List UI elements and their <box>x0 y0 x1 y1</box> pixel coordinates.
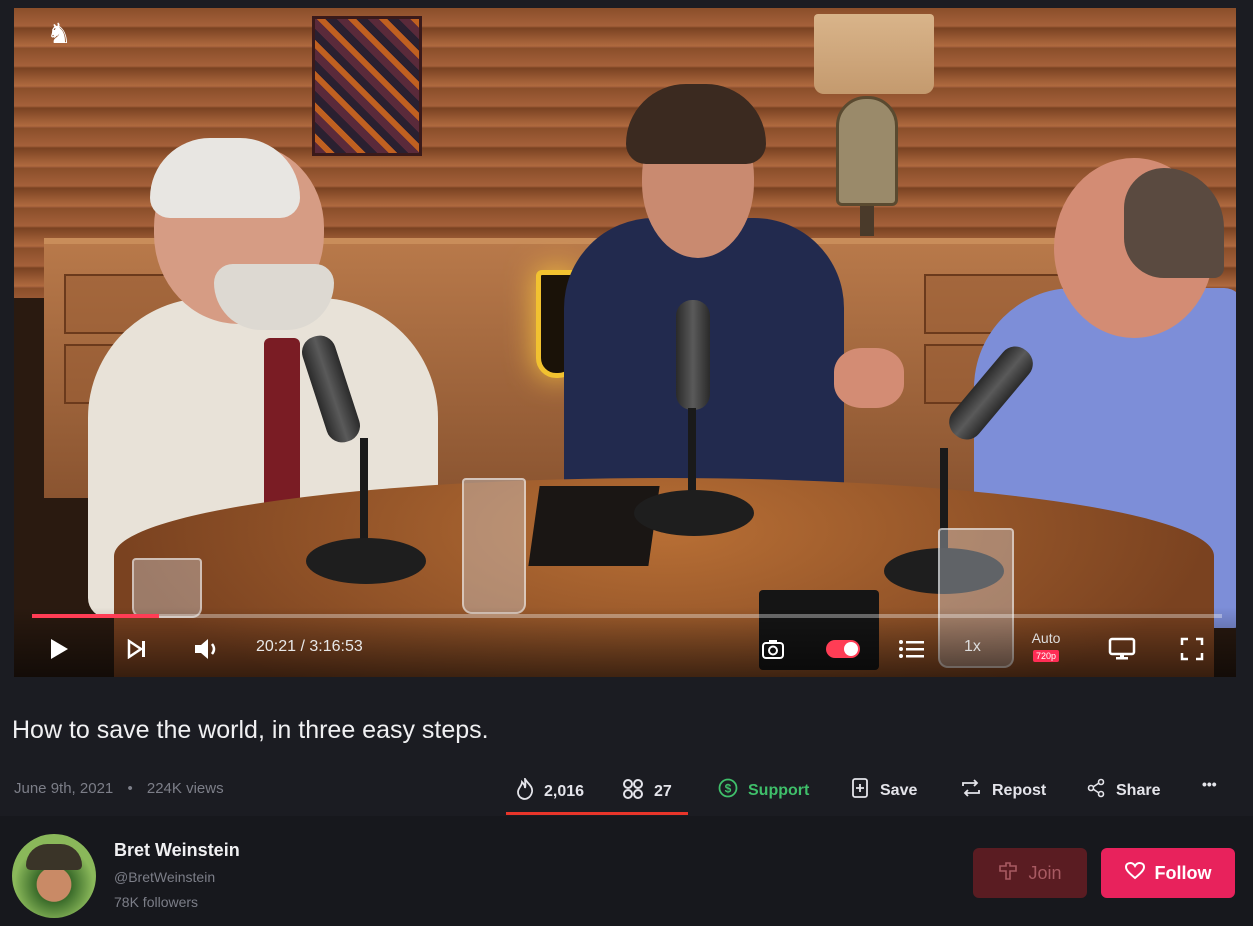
video-player[interactable]: ♞ 20:21 / 3:16:53 1x Auto 720p <box>14 8 1236 677</box>
rumble-underline <box>506 812 688 815</box>
dollar-circle-icon: $ <box>718 778 738 804</box>
comment-count: 27 <box>654 783 672 800</box>
more-dots-icon: ••• <box>1202 776 1217 792</box>
support-label: Support <box>748 782 810 799</box>
share-button[interactable]: Share <box>1086 778 1160 804</box>
playlist-icon[interactable] <box>896 634 928 664</box>
rumble-button[interactable]: 2,016 <box>516 775 585 806</box>
view-count: 224K views <box>146 780 224 797</box>
save-label: Save <box>880 782 918 799</box>
volume-icon[interactable] <box>190 634 224 664</box>
heart-icon <box>1124 861 1145 885</box>
repost-label: Repost <box>992 782 1047 799</box>
time-display: 20:21 / 3:16:53 <box>256 638 363 656</box>
support-button[interactable]: $ Support <box>718 778 809 804</box>
meta-dot: • <box>127 780 133 797</box>
repost-button[interactable]: Repost <box>960 778 1046 804</box>
quality-selector[interactable]: Auto 720p <box>1026 630 1066 664</box>
follow-button[interactable]: Follow <box>1101 848 1235 898</box>
playback-speed[interactable]: 1x <box>964 638 981 656</box>
follow-label: Follow <box>1154 862 1212 883</box>
horse-logo-icon: ♞ <box>46 18 72 49</box>
join-button[interactable]: Join <box>973 848 1087 898</box>
autoplay-toggle[interactable] <box>826 640 860 658</box>
share-label: Share <box>1116 782 1161 799</box>
time-separator: / <box>300 638 305 655</box>
page: ♞ 20:21 / 3:16:53 1x Auto 720p How to sa… <box>0 0 1253 926</box>
repost-icon <box>960 778 982 804</box>
flame-icon <box>516 775 534 806</box>
save-icon <box>850 778 870 804</box>
join-label: Join <box>1028 862 1062 883</box>
quality-resolution: 720p <box>1032 650 1060 662</box>
quality-mode: Auto <box>1031 630 1061 646</box>
save-button[interactable]: Save <box>850 778 917 804</box>
progress-fill <box>32 614 160 618</box>
duration: 3:16:53 <box>309 638 363 655</box>
play-icon[interactable] <box>44 634 74 664</box>
camera-icon[interactable] <box>758 634 788 664</box>
join-icon <box>998 861 1018 885</box>
video-frame <box>14 8 1236 677</box>
skip-next-icon[interactable] <box>122 634 152 664</box>
cast-icon[interactable] <box>1106 634 1138 664</box>
svg-text:$: $ <box>725 782 732 796</box>
channel-name[interactable]: Bret Weinstein <box>114 840 240 861</box>
comments-icon <box>622 778 644 806</box>
current-time: 20:21 <box>256 638 297 655</box>
upload-date: June 9th, 2021 <box>14 780 114 797</box>
video-title: How to save the world, in three easy ste… <box>12 716 489 744</box>
progress-bar[interactable] <box>32 614 1222 618</box>
rumble-count: 2,016 <box>544 783 585 800</box>
comments-button[interactable]: 27 <box>622 778 672 806</box>
more-options-button[interactable]: ••• <box>1202 776 1217 792</box>
avatar[interactable] <box>12 834 96 918</box>
video-meta: June 9th, 2021 • 224K views <box>14 780 224 797</box>
fullscreen-icon[interactable] <box>1176 634 1208 664</box>
follower-count: 78K followers <box>114 894 199 910</box>
share-icon <box>1086 778 1106 804</box>
channel-handle: @BretWeinstein <box>114 869 216 885</box>
